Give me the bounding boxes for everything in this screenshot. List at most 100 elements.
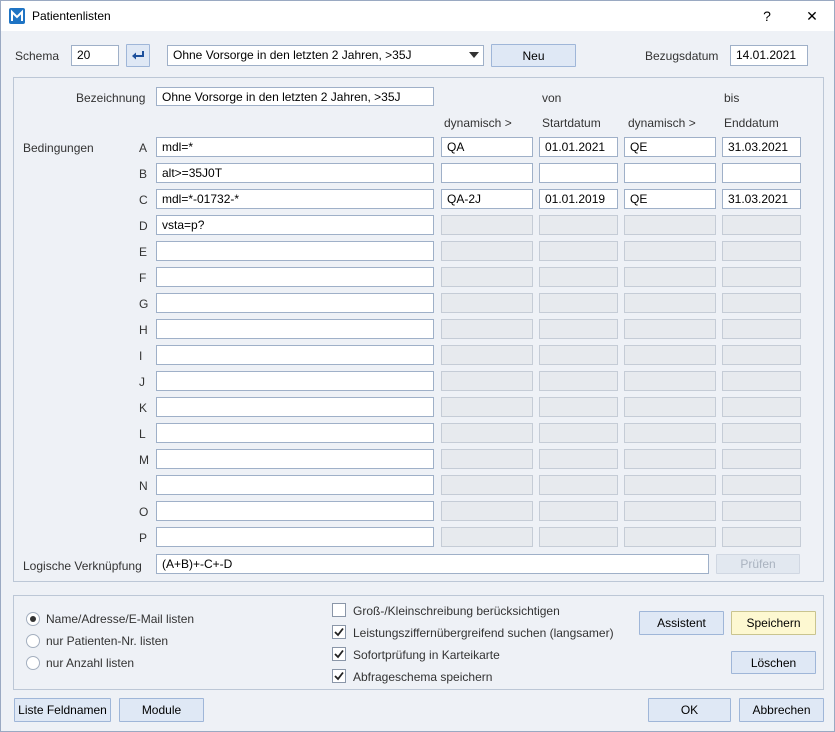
enddatum-input[interactable] — [722, 163, 801, 183]
logic-input[interactable]: (A+B)+-C+-D — [156, 554, 709, 574]
condition-input[interactable] — [156, 475, 434, 495]
dynamisch-bis-input[interactable] — [624, 241, 716, 261]
dynamisch-von-input[interactable] — [441, 267, 533, 287]
bezugsdatum-input[interactable]: 14.01.2021 — [730, 45, 808, 66]
enddatum-input[interactable] — [722, 475, 801, 495]
startdatum-input[interactable] — [539, 215, 618, 235]
option-checkbox[interactable] — [332, 669, 346, 683]
condition-input[interactable] — [156, 345, 434, 365]
option-checkbox[interactable] — [332, 625, 346, 639]
startdatum-input[interactable] — [539, 449, 618, 469]
dynamisch-bis-input[interactable]: QE — [624, 189, 716, 209]
dynamisch-bis-input[interactable] — [624, 163, 716, 183]
dynamisch-von-input[interactable] — [441, 319, 533, 339]
dynamisch-von-input[interactable] — [441, 423, 533, 443]
enddatum-input[interactable] — [722, 423, 801, 443]
startdatum-input[interactable] — [539, 293, 618, 313]
dynamisch-bis-input[interactable] — [624, 267, 716, 287]
dynamisch-bis-input[interactable] — [624, 501, 716, 521]
startdatum-input[interactable]: 01.01.2021 — [539, 137, 618, 157]
condition-input[interactable] — [156, 319, 434, 339]
enddatum-input[interactable] — [722, 527, 801, 547]
dynamisch-bis-input[interactable]: QE — [624, 137, 716, 157]
startdatum-input[interactable] — [539, 423, 618, 443]
enddatum-input[interactable]: 31.03.2021 — [722, 137, 801, 157]
enddatum-input[interactable] — [722, 293, 801, 313]
dynamisch-von-input[interactable] — [441, 397, 533, 417]
enddatum-input[interactable] — [722, 397, 801, 417]
output-radio[interactable] — [26, 656, 40, 670]
dynamisch-von-input[interactable] — [441, 475, 533, 495]
condition-input[interactable] — [156, 267, 434, 287]
condition-input[interactable] — [156, 371, 434, 391]
dynamisch-bis-input[interactable] — [624, 527, 716, 547]
schema-select[interactable]: Ohne Vorsorge in den letzten 2 Jahren, >… — [167, 45, 484, 66]
startdatum-input[interactable] — [539, 501, 618, 521]
dynamisch-bis-input[interactable] — [624, 215, 716, 235]
schema-enter-button[interactable] — [126, 44, 150, 67]
enddatum-input[interactable] — [722, 241, 801, 261]
dynamisch-von-input[interactable] — [441, 449, 533, 469]
feldnamen-button[interactable]: Liste Feldnamen — [14, 698, 111, 722]
output-radio[interactable] — [26, 612, 40, 626]
startdatum-input[interactable] — [539, 397, 618, 417]
bezeichnung-input[interactable]: Ohne Vorsorge in den letzten 2 Jahren, >… — [156, 87, 434, 106]
assistent-button[interactable]: Assistent — [639, 611, 724, 635]
close-button[interactable]: ✕ — [790, 1, 834, 31]
option-checkbox-label[interactable]: Groß-/Kleinschreibung berücksichtigen — [353, 604, 560, 618]
output-radio-label[interactable]: nur Anzahl listen — [46, 656, 134, 670]
dynamisch-von-input[interactable] — [441, 527, 533, 547]
enddatum-input[interactable] — [722, 501, 801, 521]
dynamisch-von-input[interactable]: QA — [441, 137, 533, 157]
option-checkbox-label[interactable]: Leistungsziffernübergreifend suchen (lan… — [353, 626, 614, 640]
condition-input[interactable] — [156, 241, 434, 261]
startdatum-input[interactable] — [539, 319, 618, 339]
startdatum-input[interactable] — [539, 267, 618, 287]
startdatum-input[interactable] — [539, 241, 618, 261]
enddatum-input[interactable] — [722, 319, 801, 339]
help-button[interactable]: ? — [745, 1, 789, 31]
condition-input[interactable]: mdl=* — [156, 137, 434, 157]
dynamisch-von-input[interactable] — [441, 163, 533, 183]
dynamisch-von-input[interactable] — [441, 371, 533, 391]
enddatum-input[interactable]: 31.03.2021 — [722, 189, 801, 209]
dynamisch-bis-input[interactable] — [624, 423, 716, 443]
enddatum-input[interactable] — [722, 371, 801, 391]
condition-input[interactable] — [156, 449, 434, 469]
dynamisch-von-input[interactable] — [441, 215, 533, 235]
condition-input[interactable] — [156, 501, 434, 521]
startdatum-input[interactable] — [539, 163, 618, 183]
new-button[interactable]: Neu — [491, 44, 576, 67]
enddatum-input[interactable] — [722, 449, 801, 469]
dynamisch-bis-input[interactable] — [624, 371, 716, 391]
enddatum-input[interactable] — [722, 215, 801, 235]
dynamisch-bis-input[interactable] — [624, 345, 716, 365]
condition-input[interactable] — [156, 293, 434, 313]
save-button[interactable]: Speichern — [731, 611, 816, 635]
dynamisch-von-input[interactable] — [441, 241, 533, 261]
dynamisch-von-input[interactable]: QA-2J — [441, 189, 533, 209]
dynamisch-bis-input[interactable] — [624, 397, 716, 417]
startdatum-input[interactable]: 01.01.2019 — [539, 189, 618, 209]
module-button[interactable]: Module — [119, 698, 204, 722]
cancel-button[interactable]: Abbrechen — [739, 698, 824, 722]
option-checkbox-label[interactable]: Abfrageschema speichern — [353, 670, 492, 684]
condition-input[interactable]: alt>=35J0T — [156, 163, 434, 183]
dynamisch-bis-input[interactable] — [624, 319, 716, 339]
delete-button[interactable]: Löschen — [731, 651, 816, 674]
output-radio-label[interactable]: Name/Adresse/E-Mail listen — [46, 612, 194, 626]
enddatum-input[interactable] — [722, 267, 801, 287]
option-checkbox-label[interactable]: Sofortprüfung in Karteikarte — [353, 648, 500, 662]
startdatum-input[interactable] — [539, 475, 618, 495]
option-checkbox[interactable] — [332, 647, 346, 661]
enddatum-input[interactable] — [722, 345, 801, 365]
startdatum-input[interactable] — [539, 527, 618, 547]
ok-button[interactable]: OK — [648, 698, 731, 722]
dynamisch-von-input[interactable] — [441, 345, 533, 365]
condition-input[interactable] — [156, 527, 434, 547]
condition-input[interactable]: vsta=p? — [156, 215, 434, 235]
dynamisch-bis-input[interactable] — [624, 293, 716, 313]
schema-number-input[interactable]: 20 — [71, 45, 119, 66]
pruefen-button[interactable]: Prüfen — [716, 554, 800, 574]
option-checkbox[interactable] — [332, 603, 346, 617]
